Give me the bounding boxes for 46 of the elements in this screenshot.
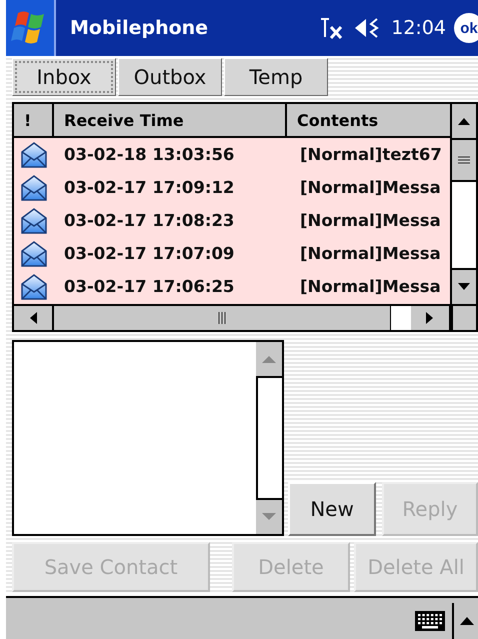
column-header[interactable]: ! [14,104,54,138]
receive-time: 03-02-17 17:08:23 [63,211,236,230]
scroll-right-icon [426,312,434,324]
message-contents: [Normal]Messa [299,277,442,296]
ok-button[interactable]: ok [454,13,478,43]
message-contents: [Normal]Messa [299,178,442,197]
column-header[interactable]: Contents [287,104,450,138]
window-title: Mobilephone [70,17,210,39]
envelope-icon [20,174,48,202]
horizontal-scrollbar[interactable] [14,304,476,330]
message-contents: [Normal]Messa [299,244,442,263]
message-contents: [Normal]tezt67 [299,145,443,164]
tab[interactable]: Temp [224,58,328,96]
tab[interactable]: Outbox [118,58,222,96]
scroll-up-icon [458,117,470,125]
message-row[interactable]: 03-02-17 17:09:12 [Normal]Messa [14,171,450,204]
receive-time: 03-02-17 17:07:09 [63,244,236,263]
scroll-up-icon [262,355,276,363]
column-header[interactable]: Receive Time [54,104,287,138]
scroll-thumb[interactable] [256,376,282,500]
grip-icon [457,155,471,165]
message-row[interactable]: 03-02-17 17:07:09 [Normal]Messa [14,237,450,270]
scroll-left-icon [29,312,37,324]
envelope-icon [20,140,48,168]
start-button[interactable] [6,0,56,56]
tab[interactable]: Inbox [12,58,116,96]
message-row[interactable]: 03-02-17 17:06:25 [Normal]Messa [14,270,450,303]
scroll-down-icon [458,283,470,291]
receive-time: 03-02-17 17:06:25 [63,277,236,296]
clock-time: 12:04 [391,17,446,39]
caret-up-icon[interactable] [460,617,474,625]
envelope-icon [20,272,48,300]
scroll-thumb[interactable] [391,306,411,330]
receive-time: 03-02-18 13:03:56 [63,145,236,164]
action-button[interactable]: New [288,482,376,536]
vertical-scrollbar[interactable] [450,104,476,304]
keyboard-icon[interactable] [414,610,446,632]
message-contents: [Normal]Messa [299,211,442,230]
message-row[interactable]: 03-02-18 13:03:56 [Normal]tezt67 [14,138,450,171]
envelope-icon [20,206,48,234]
message-row[interactable]: 03-02-17 17:08:23 [Normal]Messa [14,204,450,237]
envelope-icon [20,240,48,268]
message-text-area[interactable] [12,340,284,536]
scroll-down-icon [262,513,276,521]
receive-time: 03-02-17 17:09:12 [63,178,236,197]
grip-icon [217,311,227,325]
